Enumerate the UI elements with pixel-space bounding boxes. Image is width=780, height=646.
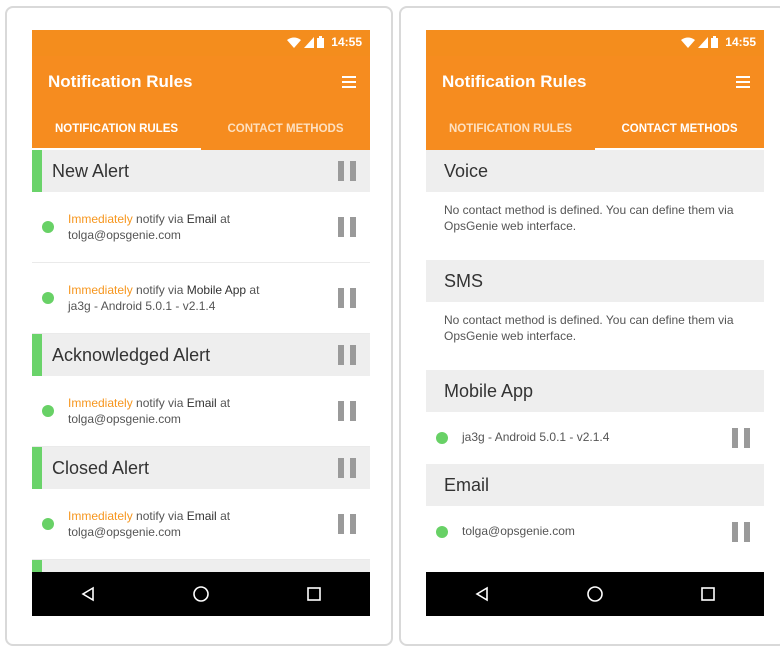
pause-icon[interactable] xyxy=(338,217,356,237)
back-icon[interactable] xyxy=(472,584,492,604)
contact-row-mobile-app[interactable]: ja3g - Android 5.0.1 - v2.1.4 xyxy=(426,412,764,464)
page-title: Notification Rules xyxy=(442,72,587,91)
rule-text: Immediately notify via Email at tolga@op… xyxy=(68,509,231,539)
sms-empty-message: No contact method is defined. You can de… xyxy=(426,302,764,370)
status-bar: 14:55 xyxy=(32,30,370,56)
empty-text: No contact method is defined. You can de… xyxy=(444,313,734,343)
section-accent xyxy=(32,334,42,376)
rule-text: Immediately notify via Email at tolga@op… xyxy=(68,396,231,426)
section-voice: Voice xyxy=(426,150,764,192)
pause-icon[interactable] xyxy=(338,514,356,534)
tab-bar: NOTIFICATION RULES CONTACT METHODS xyxy=(426,108,764,150)
hamburger-menu-icon[interactable] xyxy=(736,76,750,88)
home-icon[interactable] xyxy=(585,584,605,604)
recents-icon[interactable] xyxy=(698,584,718,604)
status-dot xyxy=(436,432,448,444)
app-bar: Notification Rules xyxy=(426,56,764,108)
status-dot xyxy=(42,518,54,530)
contact-methods-screen: 14:55 Notification Rules NOTIFICATION RU… xyxy=(426,30,764,616)
status-dot xyxy=(42,221,54,233)
contact-value: tolga@opsgenie.com xyxy=(462,524,575,538)
section-title: New Alert xyxy=(52,161,130,181)
rule-row[interactable]: Immediately notify via Email at tolga@op… xyxy=(32,192,370,263)
section-title: Voice xyxy=(444,161,489,181)
section-title: Email xyxy=(444,475,490,495)
section-title: SMS xyxy=(444,271,484,291)
wifi-icon xyxy=(287,37,302,48)
pause-icon[interactable] xyxy=(338,161,356,181)
status-time: 14:55 xyxy=(725,35,756,49)
voice-empty-message: No contact method is defined. You can de… xyxy=(426,192,764,260)
contact-value: ja3g - Android 5.0.1 - v2.1.4 xyxy=(462,430,610,444)
status-time: 14:55 xyxy=(331,35,362,49)
rule-row[interactable]: Immediately notify via Email at tolga@op… xyxy=(32,376,370,447)
rules-list: New Alert Immediately notify via Email a… xyxy=(32,150,370,602)
android-nav-bar xyxy=(426,572,764,616)
hamburger-menu-icon[interactable] xyxy=(342,76,356,88)
status-dot xyxy=(42,405,54,417)
section-title: Acknowledged Alert xyxy=(52,345,211,365)
status-dot xyxy=(436,526,448,538)
contact-row-email[interactable]: tolga@opsgenie.com xyxy=(426,506,764,558)
section-accent xyxy=(32,447,42,489)
status-dot xyxy=(42,292,54,304)
section-accent xyxy=(32,150,42,192)
rule-row[interactable]: Immediately notify via Mobile App at ja3… xyxy=(32,263,370,334)
tab-notification-rules[interactable]: NOTIFICATION RULES xyxy=(32,108,201,150)
wifi-icon xyxy=(681,37,696,48)
page-title: Notification Rules xyxy=(48,72,193,91)
app-bar: Notification Rules xyxy=(32,56,370,108)
pause-icon[interactable] xyxy=(732,522,750,542)
empty-text: No contact method is defined. You can de… xyxy=(444,203,734,233)
android-nav-bar xyxy=(32,572,370,616)
tab-bar: NOTIFICATION RULES CONTACT METHODS xyxy=(32,108,370,150)
pause-icon[interactable] xyxy=(338,345,356,365)
recents-icon[interactable] xyxy=(304,584,324,604)
tab-contact-methods[interactable]: CONTACT METHODS xyxy=(201,108,370,150)
tab-contact-methods[interactable]: CONTACT METHODS xyxy=(595,108,764,150)
pause-icon[interactable] xyxy=(338,458,356,478)
pause-icon[interactable] xyxy=(338,288,356,308)
section-new-alert: New Alert xyxy=(32,150,370,192)
pause-icon[interactable] xyxy=(338,401,356,421)
home-icon[interactable] xyxy=(191,584,211,604)
back-icon[interactable] xyxy=(78,584,98,604)
signal-icon xyxy=(304,36,315,48)
battery-icon xyxy=(711,36,719,48)
section-title: Mobile App xyxy=(444,381,534,401)
section-closed-alert: Closed Alert xyxy=(32,447,370,489)
section-email: Email xyxy=(426,464,764,506)
rule-row[interactable]: Immediately notify via Email at tolga@op… xyxy=(32,489,370,560)
section-acknowledged-alert: Acknowledged Alert xyxy=(32,334,370,376)
section-mobile-app: Mobile App xyxy=(426,370,764,412)
notification-rules-screen: 14:55 Notification Rules NOTIFICATION RU… xyxy=(32,30,370,616)
contact-methods-list: Voice No contact method is defined. You … xyxy=(426,150,764,558)
pause-icon[interactable] xyxy=(732,428,750,448)
section-sms: SMS xyxy=(426,260,764,302)
rule-text: Immediately notify via Email at tolga@op… xyxy=(68,212,231,242)
section-title: Closed Alert xyxy=(52,458,150,478)
signal-icon xyxy=(698,36,709,48)
rule-text: Immediately notify via Mobile App at ja3… xyxy=(68,283,260,313)
status-bar: 14:55 xyxy=(426,30,764,56)
battery-icon xyxy=(317,36,325,48)
tab-notification-rules[interactable]: NOTIFICATION RULES xyxy=(426,108,595,150)
